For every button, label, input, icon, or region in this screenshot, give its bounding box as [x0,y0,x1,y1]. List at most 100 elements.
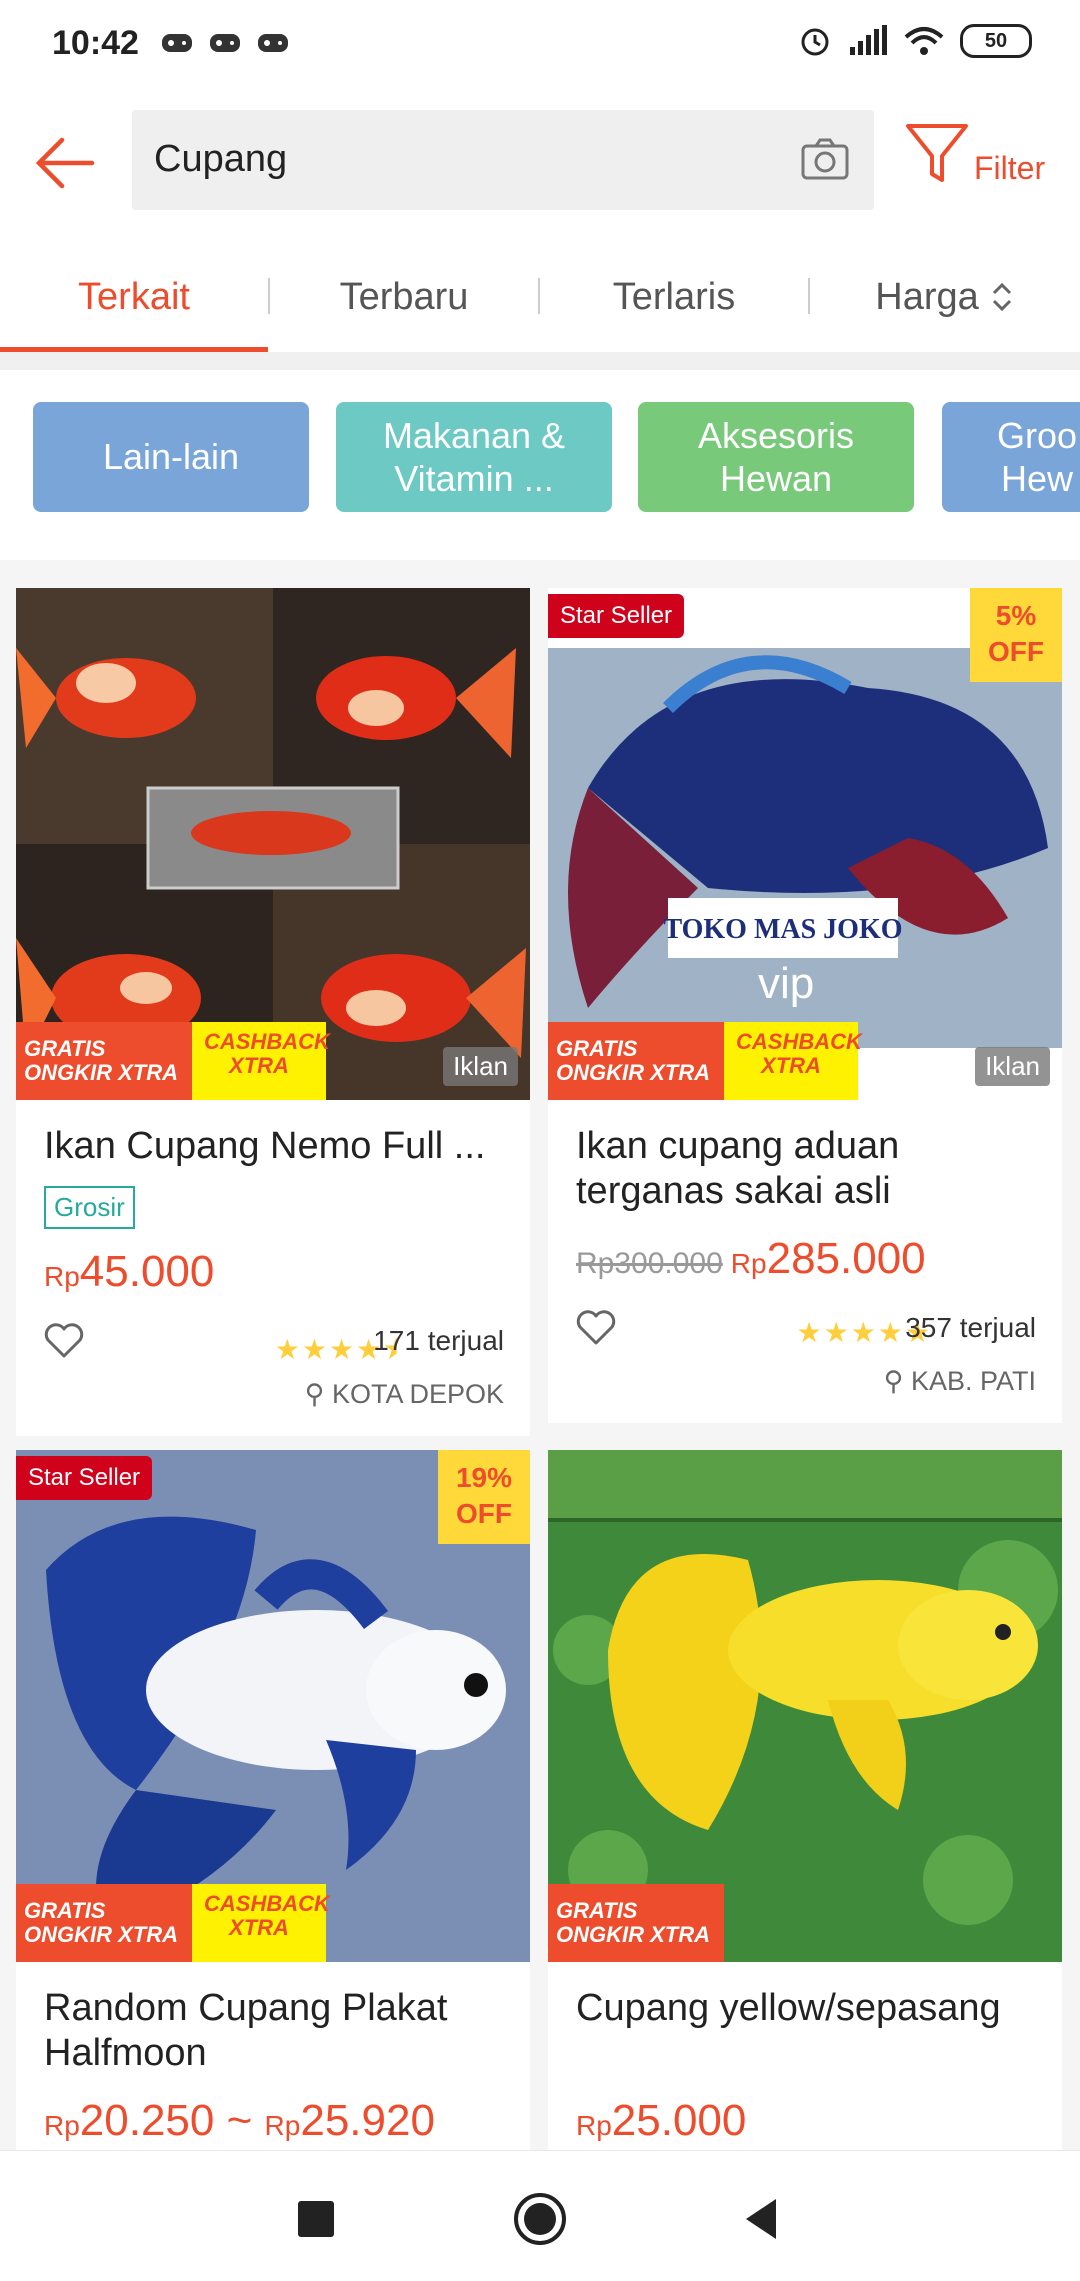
currency: Rp [264,2110,301,2141]
tab-terbaru[interactable]: Terbaru [270,242,538,352]
tab-harga[interactable]: Harga [810,242,1080,352]
currency: Rp [576,2110,612,2141]
star-seller-badge: Star Seller [548,594,685,638]
currency: Rp [44,1261,80,1292]
product-card[interactable]: Star Seller 19% OFF GRATIS ONGKIR XTRA C… [16,1450,530,2150]
promo-badges: GRATIS ONGKIR XTRA CASHBACK XTRA [16,1884,330,1962]
sold-count: 357 terjual [905,1312,1036,1343]
search-header: Cupang Filter [0,92,1080,242]
promo-badges: GRATIS ONGKIR XTRA CASHBACK XTRA [548,1022,862,1100]
status-time: 10:42 [52,24,139,62]
discount-badge: 19% OFF [438,1450,530,1544]
promo-badges: GRATIS ONGKIR XTRA CASHBACK XTRA [16,1022,330,1100]
notification-icons [160,28,290,58]
currency: Rp [44,2110,80,2141]
promo-badges: GRATIS ONGKIR XTRA [548,1884,724,1962]
category-strip: Lain-lain Makanan & Vitamin ... Aksesori… [0,352,1080,560]
heart-icon[interactable] [576,1310,616,1346]
tab-terlaris[interactable]: Terlaris [540,242,808,352]
gratis-ongkir-badge: GRATIS ONGKIR XTRA [16,1022,192,1100]
product-image: TOKO MAS JOKO vip Star Seller 5% OFF GRA… [548,588,1062,1100]
recent-apps-icon[interactable] [288,2191,344,2247]
cashback-badge: CASHBACK XTRA [192,1884,330,1962]
category-lain-lain[interactable]: Lain-lain [33,402,309,512]
gratis-ongkir-badge: GRATIS ONGKIR XTRA [548,1884,724,1962]
product-meta: ★★★★⯨ 171 terjual [16,1315,530,1379]
grosir-badge: Grosir [44,1186,135,1229]
product-location: ⚲ KAB. PATI [548,1366,1062,1423]
category-label: Makanan & Vitamin ... [382,414,566,499]
location-text: KOTA DEPOK [331,1379,504,1409]
location-pin-icon: ⚲ [304,1379,332,1409]
product-price: Rp300.000 Rp285.000 [548,1216,1062,1284]
search-query: Cupang [154,138,288,180]
category-label: Aksesoris Hewan [697,414,855,499]
camera-icon[interactable] [800,136,850,184]
sold-count: 171 terjual [373,1325,504,1356]
status-bar: 10:42 50 [0,0,1080,92]
price-value: 285.000 [766,1234,926,1283]
game-controller-icon [258,34,288,52]
product-price: Rp20.250 ~ Rp25.920 [16,2078,530,2146]
product-grid: GRATIS ONGKIR XTRA CASHBACK XTRA Iklan I… [0,560,1080,2150]
tab-harga-label: Harga [875,275,979,318]
price-max: 25.920 [300,2096,435,2145]
product-meta: ★★★★★ 357 terjual [548,1302,1062,1366]
product-image: GRATIS ONGKIR XTRA [548,1450,1062,1962]
system-nav-bar [0,2150,1080,2281]
cashback-badge: CASHBACK XTRA [724,1022,862,1100]
price-separator: ~ [226,2096,253,2145]
currency: Rp [730,1248,767,1279]
game-controller-icon [162,34,192,52]
category-label: Lain-lain [102,436,240,478]
alarm-icon [801,28,829,56]
cashback-badge: CASHBACK XTRA [192,1022,330,1100]
price-value: 45.000 [79,1247,215,1296]
gratis-ongkir-badge: GRATIS ONGKIR XTRA [548,1022,724,1100]
tab-terkait[interactable]: Terkait [0,242,268,352]
location-pin-icon: ⚲ [883,1366,911,1396]
product-title: Random Cupang Plakat Halfmoon [44,1987,448,2074]
gratis-ongkir-badge: GRATIS ONGKIR XTRA [16,1884,192,1962]
product-title: Cupang yellow/sepasang [576,1987,1001,2029]
price-value: 25.000 [611,2096,747,2145]
ad-label: Iklan [443,1047,518,1086]
search-input[interactable]: Cupang [132,110,874,210]
ad-label: Iklan [975,1047,1050,1086]
location-text: KAB. PATI [910,1366,1036,1396]
product-card[interactable]: GRATIS ONGKIR XTRA Cupang yellow/sepasan… [548,1450,1062,2150]
category-makanan-vitamin[interactable]: Makanan & Vitamin ... [336,402,612,512]
product-price: Rp25.000 [548,2078,1062,2146]
category-aksesoris-hewan[interactable]: Aksesoris Hewan [638,402,914,512]
signal-icon [850,25,887,55]
status-right: 50 [798,24,1032,58]
price-value: 20.250 [79,2096,215,2145]
filter-button[interactable]: Filter [904,120,1054,200]
heart-icon[interactable] [44,1323,84,1359]
image-text2: vip [758,959,814,1008]
product-price: Rp45.000 [16,1229,530,1297]
star-seller-badge: Star Seller [16,1456,153,1500]
product-title: Ikan cupang aduan terganas sakai asli [576,1125,900,1212]
sort-tabs: Terkait Terbaru Terlaris Harga [0,242,1080,353]
image-text: TOKO MAS JOKO [663,914,902,945]
old-price: Rp300.000 [576,1247,723,1280]
product-title: Ikan Cupang Nemo Full ... [44,1125,486,1167]
filter-label: Filter [974,150,1046,186]
home-icon[interactable] [512,2191,568,2247]
sort-chevrons-icon [992,282,1011,312]
battery-indicator: 50 [960,24,1032,58]
back-triangle-icon[interactable] [736,2191,792,2247]
product-location: ⚲ KOTA DEPOK [16,1379,530,1436]
category-label: Groo Hew [996,414,1078,499]
game-controller-icon [210,34,240,52]
back-arrow-icon[interactable] [32,130,98,196]
wifi-icon [904,27,944,55]
product-card[interactable]: GRATIS ONGKIR XTRA CASHBACK XTRA Iklan I… [16,588,530,1436]
discount-badge: 5% OFF [970,588,1062,682]
category-grooming-hewan[interactable]: Groo Hew [942,402,1080,512]
product-image: Star Seller 19% OFF GRATIS ONGKIR XTRA C… [16,1450,530,1962]
product-card[interactable]: TOKO MAS JOKO vip Star Seller 5% OFF GRA… [548,588,1062,1423]
filter-icon [906,124,968,182]
product-image: GRATIS ONGKIR XTRA CASHBACK XTRA Iklan [16,588,530,1100]
